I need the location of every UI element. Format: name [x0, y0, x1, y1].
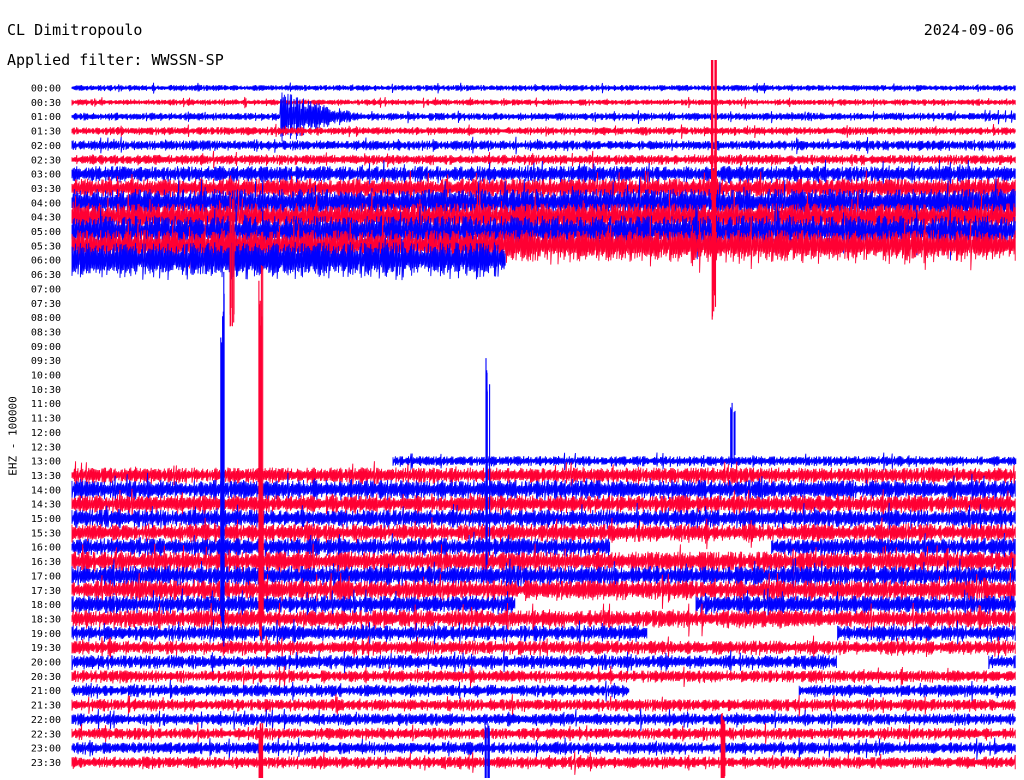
- event-spike: [220, 271, 225, 647]
- row-time-label: 08:30: [31, 327, 61, 338]
- row-time-label: 15:00: [31, 514, 61, 525]
- trace-layer: [71, 60, 1017, 778]
- row-time-label: 07:00: [31, 284, 61, 295]
- row-time-label: 19:30: [31, 643, 61, 654]
- channel-label-text: EHZ - 100000: [6, 396, 20, 476]
- trace-row: [71, 723, 1016, 744]
- row-time-label: 20:00: [31, 658, 61, 669]
- row-time-label: 21:30: [31, 701, 61, 712]
- row-time-label: 15:30: [31, 528, 61, 539]
- time-label-layer: 00:00 00:30 01:00 01:30 02:00 02:30 03:00 03:30…: [31, 84, 61, 769]
- channel-label: EHZ - 100000: [2, 396, 24, 475]
- row-time-label: 00:00: [31, 84, 61, 95]
- row-time-label: 05:00: [31, 227, 61, 238]
- row-time-label: 12:30: [31, 442, 61, 453]
- row-time-label: 22:30: [31, 729, 61, 740]
- row-time-label: 18:30: [31, 614, 61, 625]
- row-time-label: 17:30: [31, 586, 61, 597]
- seismogram-plot: 00:00 00:30 01:00 01:30 02:00 02:30 03:00 03:30…: [31, 60, 1017, 778]
- event-spike: [711, 150, 717, 320]
- date-label: 2024-09-06: [923, 21, 1014, 39]
- event-spike: [258, 502, 264, 622]
- row-time-label: 04:00: [31, 198, 61, 209]
- row-time-label: 17:00: [31, 571, 61, 582]
- event-spike: [730, 402, 736, 463]
- row-time-label: 06:30: [31, 270, 61, 281]
- row-time-label: 22:00: [31, 715, 61, 726]
- row-time-label: 11:00: [31, 399, 61, 410]
- trace-row: [71, 96, 1016, 109]
- event-spike: [720, 713, 726, 778]
- row-time-label: 18:00: [31, 600, 61, 611]
- row-time-label: 03:30: [31, 184, 61, 195]
- row-time-label: 12:00: [31, 428, 61, 439]
- event-spike: [485, 358, 491, 569]
- row-time-label: 04:30: [31, 213, 61, 224]
- event-spike: [258, 722, 264, 778]
- row-time-label: 23:00: [31, 744, 61, 755]
- trace-row: [71, 751, 1016, 775]
- row-time-label: 13:00: [31, 457, 61, 468]
- row-time-label: 07:30: [31, 299, 61, 310]
- trace-row: [71, 150, 1016, 169]
- row-time-label: 02:00: [31, 141, 61, 152]
- trace-row: [71, 665, 1016, 688]
- row-time-label: 10:30: [31, 385, 61, 396]
- row-time-label: 11:30: [31, 414, 61, 425]
- row-time-label: 09:00: [31, 342, 61, 353]
- row-time-label: 19:00: [31, 629, 61, 640]
- trace-row: [71, 123, 1016, 139]
- row-time-label: 01:30: [31, 127, 61, 138]
- trace-row: [71, 737, 1016, 760]
- row-time-label: 00:30: [31, 98, 61, 109]
- row-time-label: 01:00: [31, 112, 61, 123]
- row-time-label: 16:30: [31, 557, 61, 568]
- trace-row: [71, 708, 1016, 732]
- row-time-label: 06:00: [31, 256, 61, 267]
- station-title: CL Dimitropoulo: [7, 21, 143, 39]
- filter-label: Applied filter: WWSSN-SP: [7, 51, 224, 69]
- row-time-label: 10:00: [31, 371, 61, 382]
- row-time-label: 16:00: [31, 543, 61, 554]
- row-time-label: 14:30: [31, 500, 61, 511]
- row-time-label: 05:30: [31, 241, 61, 252]
- row-time-label: 08:00: [31, 313, 61, 324]
- event-spike: [229, 191, 235, 327]
- row-time-label: 14:00: [31, 485, 61, 496]
- row-time-label: 02:30: [31, 155, 61, 166]
- trace-row: [71, 82, 1016, 94]
- trace-row: [71, 650, 1016, 674]
- row-time-label: 21:00: [31, 686, 61, 697]
- trace-row: [71, 694, 1016, 717]
- row-time-label: 23:30: [31, 758, 61, 769]
- row-time-label: 03:00: [31, 170, 61, 181]
- row-time-label: 09:30: [31, 356, 61, 367]
- row-time-label: 20:30: [31, 672, 61, 683]
- row-time-label: 13:30: [31, 471, 61, 482]
